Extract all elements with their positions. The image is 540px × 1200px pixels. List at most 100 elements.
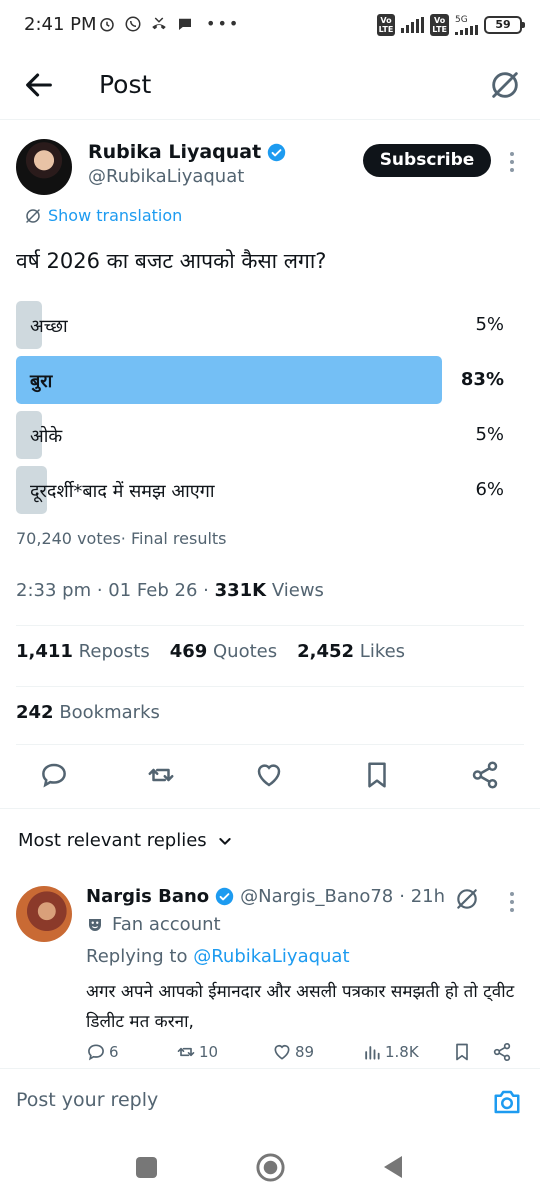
likes-stat[interactable]: 2,452 Likes (297, 641, 405, 662)
status-bar: 2:41 PM ••• Vo LTE Vo LTE 5G 59 (0, 0, 540, 54)
poll-option-bar (16, 356, 442, 404)
network-type: 5G (455, 14, 468, 25)
views-label: Views (271, 580, 324, 601)
reply-likes-count: 89 (295, 1043, 315, 1061)
more-notifications-icon: ••• (206, 14, 241, 33)
author-avatar[interactable] (16, 139, 72, 195)
divider (0, 808, 540, 809)
poll-status: · Final results (120, 529, 227, 548)
divider (16, 744, 524, 745)
reply-composer: Post your reply (0, 1068, 540, 1134)
home-button[interactable] (255, 1152, 286, 1183)
grok-icon[interactable] (488, 68, 522, 102)
chat-bubble-icon (179, 18, 191, 30)
grok-icon[interactable] (454, 886, 480, 912)
reply-badge: Fan account (86, 914, 221, 935)
back-arrow-icon[interactable] (22, 68, 56, 102)
poll-option-label: अच्छा (30, 316, 68, 337)
missed-call-icon (152, 16, 166, 29)
bookmark-icon[interactable] (362, 760, 392, 790)
like-icon[interactable] (254, 760, 284, 790)
likes-count: 2,452 (297, 641, 355, 662)
volte-icon: Vo LTE (376, 14, 396, 36)
camera-icon[interactable] (492, 1087, 522, 1117)
reply-avatar[interactable] (16, 886, 72, 942)
replies-sort-label: Most relevant replies (18, 830, 207, 851)
likes-label: Likes (359, 641, 406, 662)
reply-header: Nargis Bano @Nargis_Bano78 · 21h (86, 886, 445, 907)
post-date[interactable]: 01 Feb 26 (108, 580, 197, 601)
reply-replies-action[interactable]: 6 (86, 1042, 119, 1062)
subscribe-button[interactable]: Subscribe (363, 144, 491, 177)
post-meta: 2:33 pm · 01 Feb 26 · 331K Views (16, 580, 324, 601)
reply-badge-label: Fan account (112, 914, 221, 935)
author-handle[interactable]: @RubikaLiyaquat (88, 166, 244, 187)
poll-option-label: दूरदर्शी*बाद में समझ आएगा (30, 481, 215, 502)
views-icon (365, 1046, 380, 1060)
more-options-icon[interactable] (510, 152, 514, 172)
reply-icon[interactable] (39, 760, 69, 790)
divider (16, 625, 524, 626)
divider (16, 686, 524, 687)
theater-mask-icon (89, 918, 101, 931)
engagement-stats: 1,411 Reposts 469 Quotes 2,452 Likes (16, 641, 405, 662)
reply-icon (88, 1044, 104, 1061)
battery-level: 59 (495, 18, 511, 31)
reply-replies-count: 6 (109, 1043, 119, 1061)
signal-5g-icon: 5G (455, 14, 478, 35)
repost-icon[interactable] (146, 760, 176, 790)
like-icon (274, 1044, 290, 1060)
reposts-label: Reposts (78, 641, 150, 662)
reply-age: · 21h (399, 886, 446, 907)
share-icon[interactable] (492, 1042, 512, 1062)
recent-apps-button[interactable] (136, 1157, 157, 1178)
poll-option: ओके 5% (16, 411, 524, 459)
repost-icon (177, 1047, 195, 1057)
replies-sort-dropdown[interactable]: Most relevant replies (18, 830, 233, 851)
share-icon[interactable] (470, 760, 500, 790)
bookmark-icon[interactable] (452, 1042, 472, 1062)
vote-count: 70,240 votes (16, 529, 121, 548)
quotes-count: 469 (169, 641, 208, 662)
system-icons: Vo LTE Vo LTE 5G 59 (376, 14, 525, 36)
volte-icon: Vo LTE (430, 14, 449, 36)
status-time: 2:41 PM (24, 14, 97, 35)
poll-option-percent: 5% (475, 424, 504, 445)
reply-input[interactable]: Post your reply (16, 1089, 158, 1111)
poll-option-percent: 5% (475, 314, 504, 335)
alarm-icon (100, 17, 114, 31)
reply-views-action[interactable]: 1.8K (362, 1042, 419, 1062)
reply-likes-action[interactable]: 89 (272, 1042, 314, 1062)
chevron-down-icon (219, 837, 231, 845)
grok-small-icon (26, 208, 40, 223)
post-action-bar (0, 752, 540, 804)
views-count: 331K (214, 580, 267, 601)
reposts-count: 1,411 (16, 641, 73, 662)
poll-option: बुरा 83% (16, 356, 524, 404)
whatsapp-icon (125, 16, 141, 31)
bookmarks-count: 242 (16, 702, 54, 723)
show-translation-link[interactable]: Show translation (24, 206, 182, 225)
bookmarks-label: Bookmarks (59, 702, 160, 723)
poll-option: दूरदर्शी*बाद में समझ आएगा 6% (16, 466, 524, 514)
reply-reposts-count: 10 (199, 1043, 219, 1061)
reply-author-handle[interactable]: @Nargis_Bano78 (240, 886, 393, 907)
replying-to-link[interactable]: @RubikaLiyaquat (193, 946, 349, 967)
reply-more-options-icon[interactable] (510, 892, 514, 912)
poll-option-percent: 83% (460, 369, 504, 390)
poll-summary: 70,240 votes· Final results (16, 529, 227, 548)
reposts-stat[interactable]: 1,411 Reposts (16, 641, 150, 662)
verified-badge-icon (215, 887, 234, 906)
post-time[interactable]: 2:33 pm (16, 580, 91, 601)
back-button[interactable] (382, 1154, 404, 1180)
bookmarks-stat[interactable]: 242 Bookmarks (16, 702, 160, 723)
reply-author-name[interactable]: Nargis Bano (86, 886, 209, 907)
replying-to: Replying to @RubikaLiyaquat (86, 946, 350, 967)
author-name[interactable]: Rubika Liyaquat (88, 141, 286, 163)
quotes-stat[interactable]: 469 Quotes (170, 641, 277, 662)
notification-icons: ••• (98, 14, 240, 33)
poll-option-percent: 6% (475, 479, 504, 500)
reply-reposts-action[interactable]: 10 (176, 1042, 218, 1062)
replying-prefix: Replying to (86, 946, 188, 967)
author-name-text: Rubika Liyaquat (88, 141, 262, 163)
